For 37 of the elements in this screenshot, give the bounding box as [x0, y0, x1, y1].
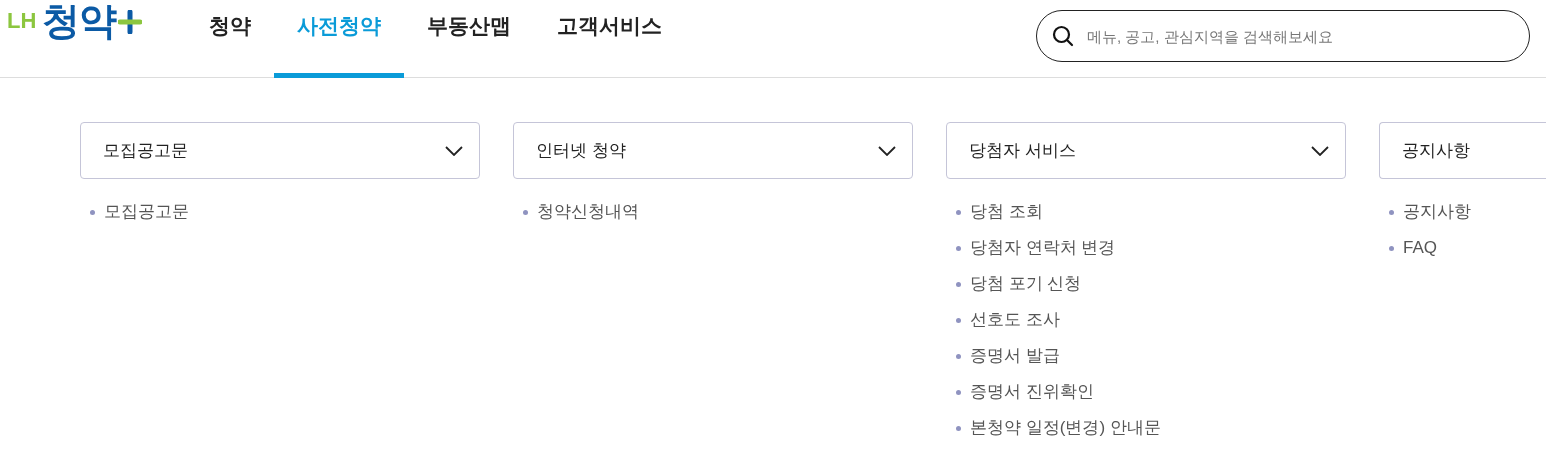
- search-icon: [1052, 25, 1074, 47]
- bullet-icon: [523, 209, 528, 215]
- bullet-icon: [1389, 245, 1394, 251]
- menu-link[interactable]: 모집공고문: [104, 199, 189, 225]
- menu-link[interactable]: 청약신청내역: [537, 199, 639, 225]
- dropdown[interactable]: 당첨자 서비스: [946, 122, 1346, 179]
- logo-name: 청약: [42, 2, 117, 40]
- chevron-down-icon: [1311, 145, 1329, 156]
- menu-link[interactable]: 당첨 조회: [970, 199, 1043, 225]
- chevron-down-icon: [878, 145, 896, 156]
- bullet-icon: [956, 425, 961, 431]
- bullet-icon: [956, 245, 961, 251]
- bullet-icon: [956, 317, 961, 323]
- menu-link[interactable]: 선호도 조사: [970, 307, 1060, 333]
- nav-tab[interactable]: 고객서비스: [534, 0, 685, 78]
- menu-link[interactable]: 증명서 발급: [970, 343, 1060, 369]
- nav-tab[interactable]: 청약: [186, 0, 274, 78]
- bullet-icon: [956, 353, 961, 359]
- menu-link[interactable]: 당첨자 연락처 변경: [970, 235, 1116, 261]
- bullet-icon: [956, 209, 961, 215]
- plus-icon: [118, 10, 143, 34]
- nav-tab[interactable]: 부동산맵: [404, 0, 534, 78]
- menu-link[interactable]: 공지사항: [1403, 199, 1471, 225]
- bullet-icon: [90, 209, 95, 215]
- dropdown[interactable]: 공지사항: [1379, 122, 1546, 179]
- menu-link[interactable]: FAQ: [1403, 235, 1437, 261]
- bullet-icon: [956, 389, 961, 395]
- dropdown[interactable]: 모집공고문: [80, 122, 480, 179]
- search-field[interactable]: 메뉴, 공고, 관심지역을 검색해보세요: [1036, 10, 1530, 62]
- menu-link[interactable]: 증명서 진위확인: [970, 379, 1094, 405]
- menu-link[interactable]: 당첨 포기 신청: [970, 271, 1082, 297]
- chevron-down-icon: [445, 145, 463, 156]
- dropdown[interactable]: 인터넷 청약: [513, 122, 913, 179]
- bullet-icon: [956, 281, 961, 287]
- logo-prefix: LH: [7, 10, 37, 32]
- bullet-icon: [1389, 209, 1394, 215]
- menu-link[interactable]: 본청약 일정(변경) 안내문: [970, 415, 1161, 441]
